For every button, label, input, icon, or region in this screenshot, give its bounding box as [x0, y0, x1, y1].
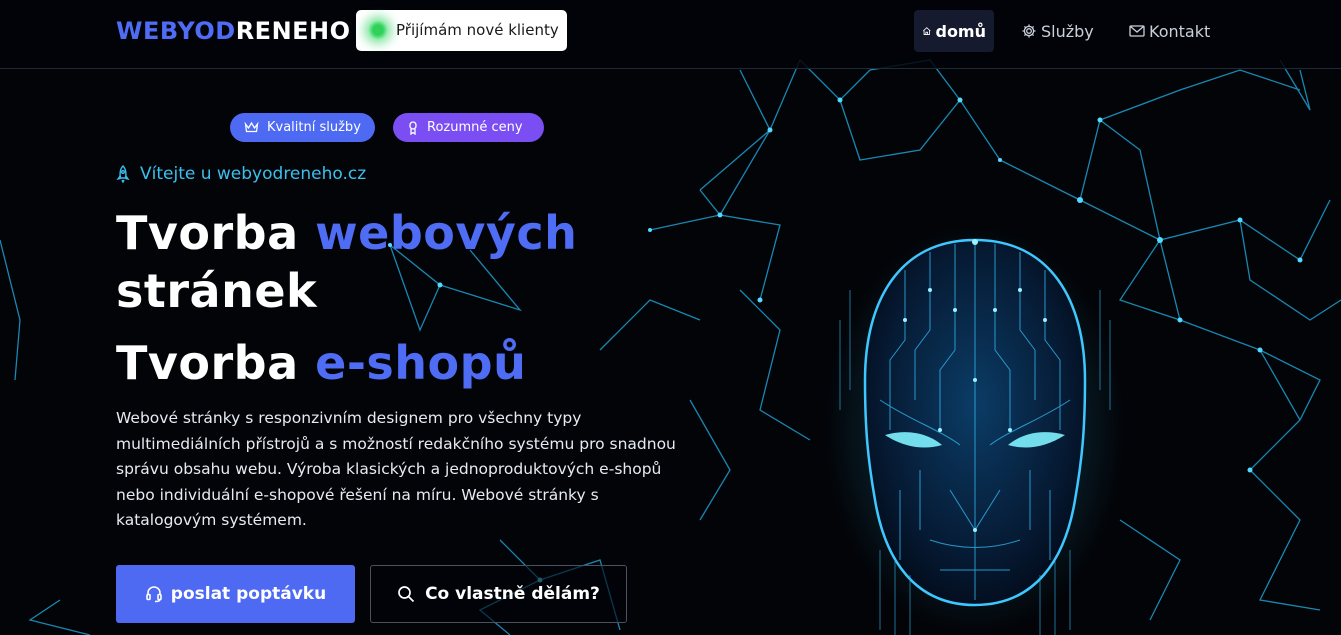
what-i-do-label: Co vlastně dělám?	[425, 584, 600, 604]
hero-description: Webové stránky s responzivním designem p…	[116, 409, 676, 529]
headset-icon	[145, 586, 162, 603]
nav-item-home[interactable]: domů	[914, 10, 994, 52]
pill-quality-label: Kvalitní služby	[267, 120, 361, 135]
headline-eshop-plain: Tvorba	[116, 336, 316, 390]
headline-web-line1: Tvorba webových	[116, 210, 577, 256]
pill-quality-services: Kvalitní služby	[230, 113, 375, 142]
nav-item-contact-label: Kontakt	[1149, 21, 1211, 41]
envelope-icon	[1129, 25, 1145, 37]
logo-part-white: RENEHO	[235, 17, 351, 45]
pill-fair-prices: Rozumné ceny	[393, 113, 544, 142]
headline-eshop: Tvorba e-shopů	[116, 340, 526, 386]
status-badge: Přijímám nové klienty	[356, 10, 567, 51]
headline-web-line2: stránek	[116, 264, 318, 318]
send-inquiry-label: poslat poptávku	[170, 584, 327, 604]
nav-item-contact[interactable]: Kontakt	[1121, 10, 1218, 52]
nav-item-services-label: Služby	[1041, 21, 1094, 41]
status-dot-icon	[368, 20, 388, 40]
site-header: WEBYODRENEHO Přijímám nové klienty domů …	[0, 0, 1341, 69]
ai-face-illustration	[825, 230, 1125, 635]
nav-item-services[interactable]: Služby	[1013, 10, 1102, 52]
award-icon	[409, 120, 417, 135]
crown-icon	[244, 121, 259, 133]
gear-icon	[1022, 24, 1036, 38]
headline-web-plain: Tvorba	[116, 206, 316, 260]
what-i-do-button[interactable]: Co vlastně dělám?	[370, 565, 627, 623]
nav-item-home-label: domů	[935, 21, 986, 41]
site-logo[interactable]: WEBYODRENEHO	[116, 17, 351, 45]
headline-eshop-accent: e-shopů	[315, 336, 527, 390]
home-icon	[922, 27, 931, 35]
search-icon	[398, 586, 415, 603]
pill-prices-label: Rozumné ceny	[427, 120, 523, 135]
rocket-icon	[116, 165, 130, 183]
welcome-line: Vítejte u webyodreneho.cz	[116, 164, 366, 184]
status-badge-label: Přijímám nové klienty	[396, 21, 559, 39]
welcome-text: Vítejte u webyodreneho.cz	[140, 164, 367, 184]
logo-part-accent: WEBYOD	[116, 17, 236, 45]
send-inquiry-button[interactable]: poslat poptávku	[116, 565, 355, 623]
headline-web-accent: webových	[315, 206, 578, 260]
